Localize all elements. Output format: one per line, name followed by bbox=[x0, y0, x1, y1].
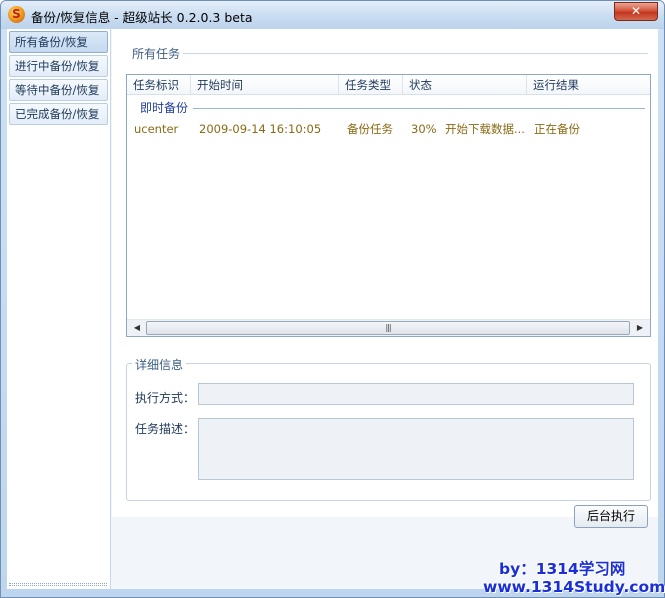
exec-mode-field[interactable] bbox=[198, 383, 634, 405]
detail-section-title: 详细信息 bbox=[132, 356, 187, 373]
scroll-left-icon[interactable]: ◀ bbox=[129, 321, 145, 335]
description-label: 任务描述： bbox=[135, 422, 196, 436]
result-cell: 正在备份 bbox=[534, 122, 580, 136]
column-header-result[interactable]: 运行结果 bbox=[527, 75, 650, 95]
task-group-title: 即时备份 bbox=[140, 101, 189, 115]
watermark-line-1: by：1314学习网 bbox=[499, 560, 626, 578]
description-field[interactable] bbox=[198, 418, 634, 480]
app-logo-icon: S bbox=[8, 6, 25, 23]
column-header-status[interactable]: 状态 bbox=[403, 75, 527, 95]
task-list[interactable]: 任务标识 开始时间 任务类型 状态 运行结果 即时备份 ucenter 2009… bbox=[126, 74, 651, 337]
tasks-section-title: 所有任务 bbox=[129, 45, 184, 62]
close-button[interactable]: ✕ bbox=[614, 2, 658, 21]
watermark-line-2: www.1314Study.com bbox=[483, 578, 665, 596]
status-percent-cell: 30% bbox=[411, 122, 437, 136]
task-group-divider bbox=[193, 108, 645, 109]
client-area: 所有备份/恢复 进行中备份/恢复 等待中备份/恢复 已完成备份/恢复 所有任务 … bbox=[7, 29, 658, 589]
task-type-cell: 备份任务 bbox=[347, 122, 393, 136]
scrollbar-thumb[interactable]: ||| bbox=[146, 321, 630, 335]
task-group-header[interactable]: 即时备份 bbox=[127, 97, 650, 115]
scroll-right-icon[interactable]: ▶ bbox=[632, 321, 648, 335]
task-id-cell: ucenter bbox=[134, 122, 179, 136]
task-list-header: 任务标识 开始时间 任务类型 状态 运行结果 bbox=[127, 75, 650, 95]
horizontal-scrollbar[interactable]: ◀ ||| ▶ bbox=[127, 319, 650, 336]
tasks-section-divider bbox=[182, 53, 648, 54]
sidebar-item-in-progress[interactable]: 进行中备份/恢复 bbox=[9, 55, 108, 77]
sidebar-item-all[interactable]: 所有备份/恢复 bbox=[9, 31, 108, 53]
detail-group: 详细信息 执行方式： 任务描述： bbox=[126, 356, 651, 501]
exec-mode-label: 执行方式： bbox=[135, 391, 196, 405]
table-row[interactable]: ucenter 2009-09-14 16:10:05 备份任务 30% 开始下… bbox=[127, 119, 650, 139]
run-in-background-button[interactable]: 后台执行 bbox=[574, 505, 648, 528]
window-title: 备份/恢复信息 - 超级站长 0.2.0.3 beta bbox=[31, 10, 253, 25]
sidebar-divider bbox=[9, 583, 107, 586]
app-window: S 备份/恢复信息 - 超级站长 0.2.0.3 beta ✕ 所有备份/恢复 … bbox=[0, 0, 665, 598]
status-text-cell: 开始下载数据... bbox=[445, 122, 525, 136]
sidebar-item-waiting[interactable]: 等待中备份/恢复 bbox=[9, 79, 108, 101]
column-header-task-id[interactable]: 任务标识 bbox=[127, 75, 191, 95]
title-bar[interactable]: S 备份/恢复信息 - 超级站长 0.2.0.3 beta ✕ bbox=[1, 1, 664, 29]
main-panel: 所有任务 任务标识 开始时间 任务类型 状态 运行结果 即时备份 ucenter… bbox=[112, 29, 658, 517]
column-header-task-type[interactable]: 任务类型 bbox=[339, 75, 403, 95]
sidebar: 所有备份/恢复 进行中备份/恢复 等待中备份/恢复 已完成备份/恢复 bbox=[7, 29, 111, 589]
column-header-start-time[interactable]: 开始时间 bbox=[191, 75, 339, 95]
start-time-cell: 2009-09-14 16:10:05 bbox=[199, 122, 322, 136]
sidebar-item-completed[interactable]: 已完成备份/恢复 bbox=[9, 103, 108, 125]
